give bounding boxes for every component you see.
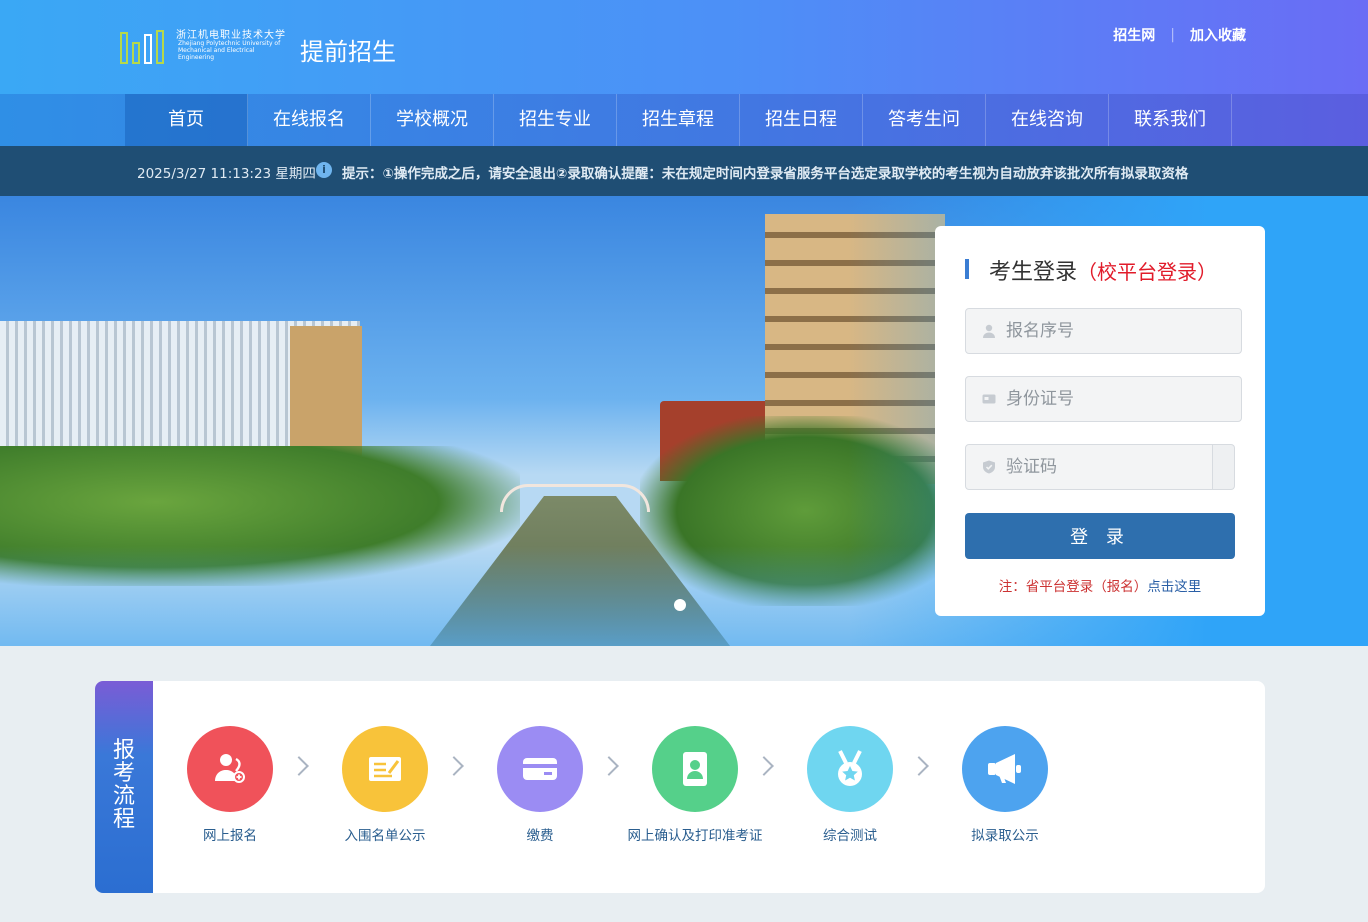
main-nav: 首页 在线报名 学校概况 招生专业 招生章程 招生日程 答考生问 在线咨询 联系… [0,94,1368,146]
site-title: 提前招生 [300,38,396,66]
banner-bridge [500,484,650,512]
header: 浙江机电职业技术大学 Zhejiang Polytechnic Universi… [0,0,1368,94]
top-links: 招生网 | 加入收藏 [1113,25,1246,45]
notice-message: 提示：①操作完成之后，请安全退出②录取确认提醒：未在规定时间内登录省服务平台选定… [342,166,1189,182]
step-shortlist-publication[interactable]: 入围名单公示 [305,726,465,844]
logo-mark-icon [118,28,170,64]
current-datetime: 2025/3/27 11:13:23 星期四 [137,166,316,182]
nav-item-home[interactable]: 首页 [125,94,248,146]
school-logo[interactable]: 浙江机电职业技术大学 Zhejiang Polytechnic Universi… [118,26,288,68]
step-label: 网上报名 [203,828,257,844]
title-accent-bar [965,259,969,279]
logo-name-en: Zhejiang Polytechnic University of Mecha… [178,40,281,61]
user-icon [982,324,996,338]
step-label: 网上确认及打印准考证 [627,828,763,844]
process-side-title: 报考流程 [95,681,153,893]
nav-item-admission-rules[interactable]: 招生章程 [617,94,740,146]
registration-number-field [965,308,1242,354]
step-payment[interactable]: 缴费 [460,726,620,844]
registration-number-input[interactable] [1006,309,1226,353]
step-label: 拟录取公示 [971,828,1039,844]
nav-item-school-overview[interactable]: 学校概况 [371,94,494,146]
id-card-icon [982,392,996,406]
nav-item-contact[interactable]: 联系我们 [1109,94,1232,146]
provincial-login-note: 注：省平台登录（报名）点击这里 [935,575,1265,595]
step-confirm-print-ticket[interactable]: 网上确认及打印准考证 [615,726,775,844]
id-card-icon [652,726,738,812]
admissions-site-link[interactable]: 招生网 [1113,25,1155,45]
megaphone-icon [962,726,1048,812]
nav-item-schedule[interactable]: 招生日程 [740,94,863,146]
provincial-login-link[interactable]: 点击这里 [1147,579,1201,595]
application-process: 报考流程 网上报名 入围名单公示 缴费 网上确认及打印准考证 综合测试 拟录取公… [95,681,1265,893]
login-button[interactable]: 登 录 [965,513,1235,559]
step-label: 入围名单公示 [344,828,426,844]
add-favorite-link[interactable]: 加入收藏 [1190,25,1246,45]
user-register-icon [187,726,273,812]
id-number-field [965,376,1242,422]
step-label: 缴费 [526,828,554,844]
captcha-field [965,444,1226,490]
info-icon: i [316,162,332,178]
captcha-image[interactable] [1213,444,1235,490]
banner-building-left-wing [290,326,362,456]
process-title: 报考流程 [112,738,135,832]
note-text: 注：省平台登录（报名） [998,579,1148,595]
medal-icon [807,726,893,812]
carousel-dot[interactable] [674,599,686,611]
edit-list-icon [342,726,428,812]
step-comprehensive-test[interactable]: 综合测试 [770,726,930,844]
nav-item-faq[interactable]: 答考生问 [863,94,986,146]
id-number-input[interactable] [1006,377,1226,421]
nav-item-majors[interactable]: 招生专业 [494,94,617,146]
shield-icon [982,460,996,474]
nav-item-online-registration[interactable]: 在线报名 [248,94,371,146]
captcha-input[interactable] [1006,445,1226,489]
login-title: 考生登录（校平台登录） [989,254,1217,286]
step-admission-publication[interactable]: 拟录取公示 [925,726,1085,844]
divider: | [1170,27,1175,43]
step-online-registration[interactable]: 网上报名 [150,726,310,844]
login-title-sub: （校平台登录） [1077,260,1218,284]
logo-name-cn: 浙江机电职业技术大学 [176,30,286,41]
card-payment-icon [497,726,583,812]
step-label: 综合测试 [823,828,877,844]
notice-bar: 2025/3/27 11:13:23 星期四 i 提示：①操作完成之后，请安全退… [0,146,1368,196]
nav-item-consultation[interactable]: 在线咨询 [986,94,1109,146]
login-panel: 考生登录（校平台登录） 登 录 注：省平台登录（报名）点击这里 [935,226,1265,616]
login-title-main: 考生登录 [989,260,1078,285]
